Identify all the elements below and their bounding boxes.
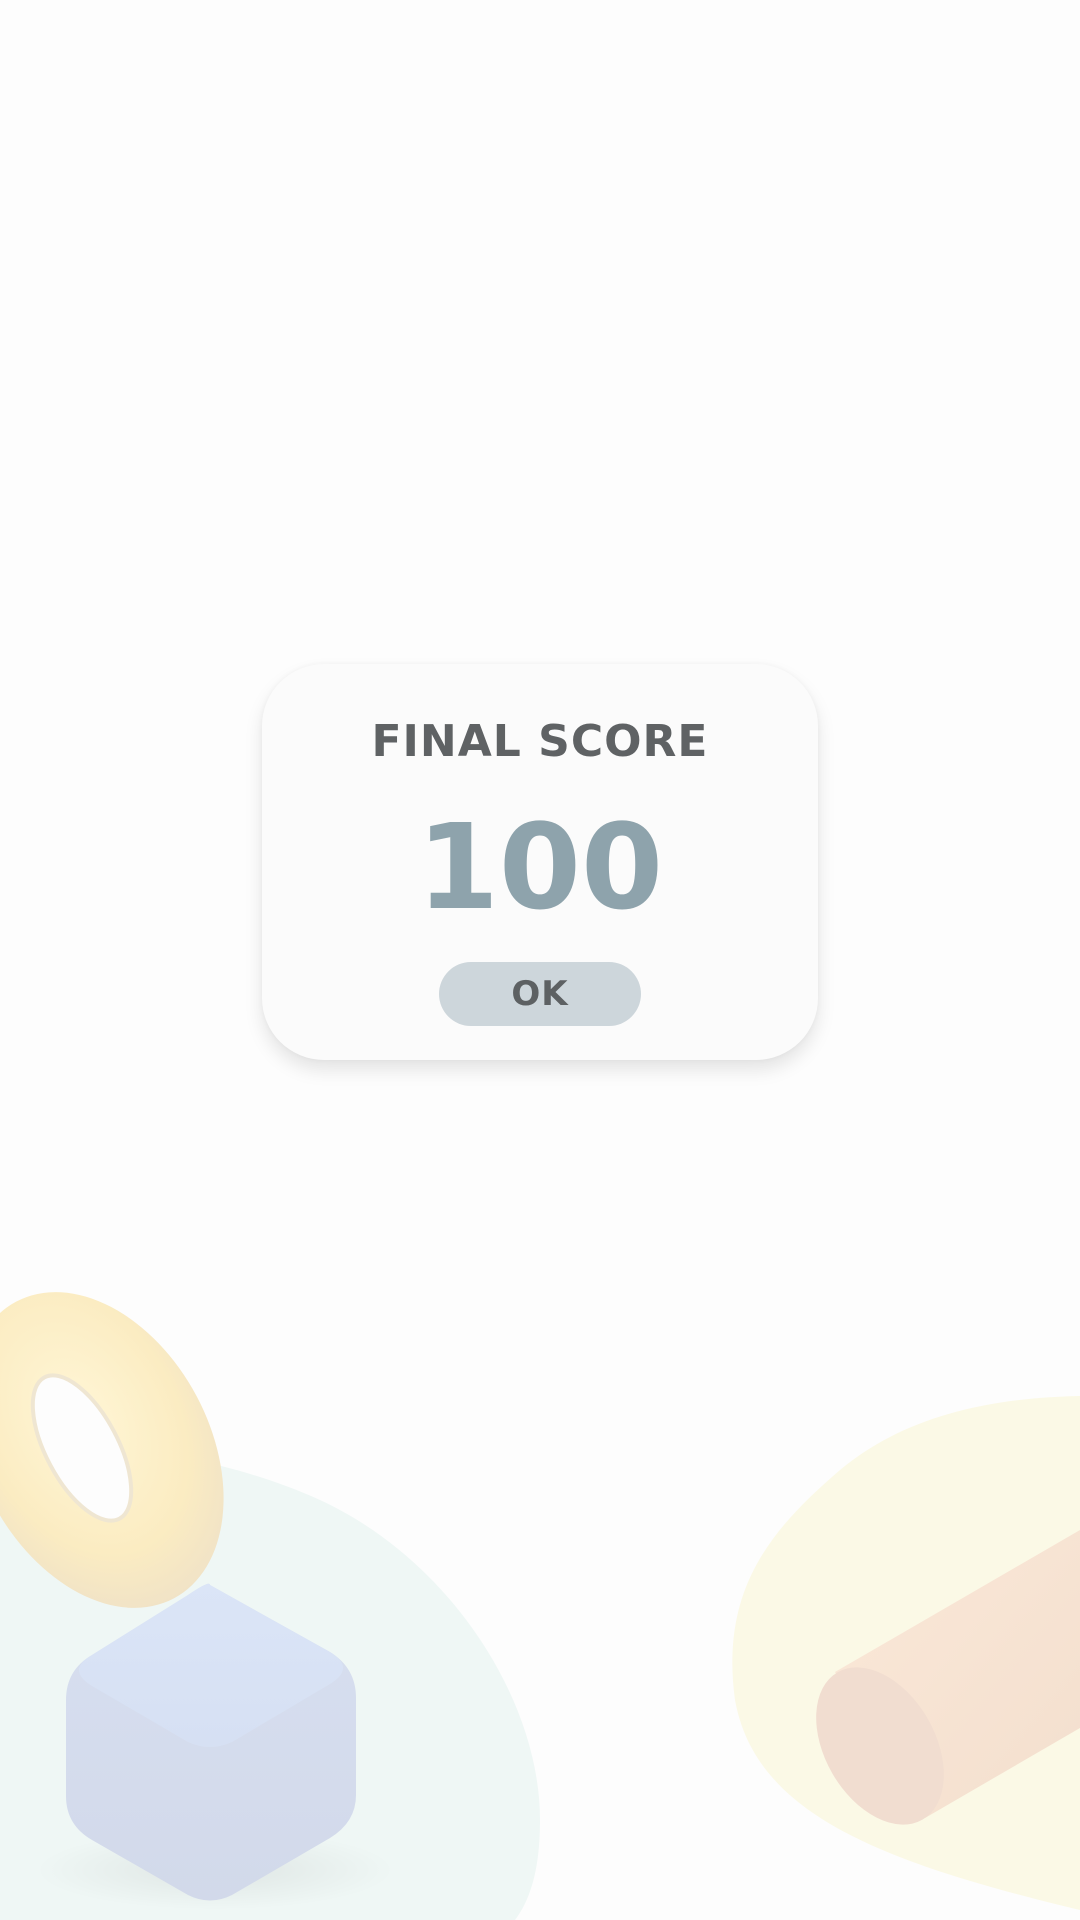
game-screen: FINAL SCORE 100 OK [0,0,1080,1920]
final-score-dialog: FINAL SCORE 100 OK [262,664,818,1060]
ok-button[interactable]: OK [439,962,641,1026]
dialog-title: FINAL SCORE [371,716,709,767]
score-value: 100 [416,798,664,936]
